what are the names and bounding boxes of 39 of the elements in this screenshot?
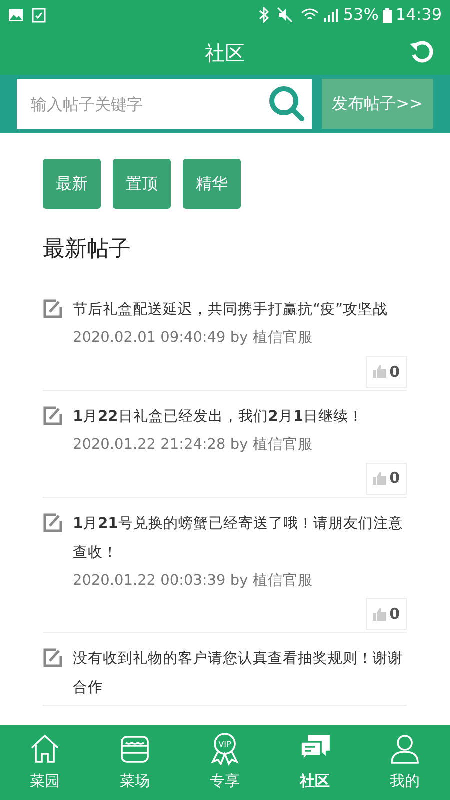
nav-tab[interactable]: 菜场 — [90, 725, 180, 800]
like-button[interactable]: 0 — [366, 598, 407, 630]
mute-icon — [277, 7, 294, 23]
post-title[interactable]: 节后礼盒配送延迟，共同携手打赢抗“疫”攻坚战 — [73, 296, 388, 325]
thumbs-up-icon — [372, 472, 387, 485]
post-meta: 2020.01.22 00:03:39 by 植信官服 — [72, 572, 314, 590]
search-field[interactable]: 输入帖子关键字 — [17, 79, 312, 129]
clipboard-icon — [32, 8, 46, 22]
edit-icon — [43, 406, 63, 426]
edit-icon — [43, 648, 63, 668]
nav-tab[interactable]: 菜园 — [0, 725, 90, 800]
thumbs-up-icon — [372, 608, 387, 621]
bluetooth-icon — [259, 7, 270, 23]
like-button[interactable]: 0 — [366, 356, 407, 388]
thumbs-up-icon — [372, 365, 387, 378]
image-icon — [8, 8, 24, 22]
battery-icon — [382, 8, 392, 22]
search-icon[interactable] — [268, 85, 306, 123]
battery-percent: 53% — [343, 4, 379, 26]
nav-tab[interactable]: 社区 — [270, 725, 360, 800]
edit-icon — [43, 512, 63, 532]
post-title[interactable]: 没有收到礼物的客户请您认真查看抽奖规则！谢谢合作 — [73, 645, 407, 704]
clock-time: 14:39 — [396, 4, 442, 26]
edit-icon — [43, 299, 63, 319]
nav-tab[interactable]: VIP 专享 — [180, 725, 270, 800]
filter-button[interactable]: 精华 — [183, 159, 241, 209]
refresh-button[interactable] — [408, 38, 436, 66]
filter-button[interactable]: 置顶 — [113, 159, 171, 209]
post-meta: 2020.01.22 21:24:28 by 植信官服 — [72, 436, 314, 455]
like-button[interactable]: 0 — [366, 462, 407, 494]
signal-icon — [323, 8, 340, 22]
filter-button[interactable]: 最新 — [43, 159, 101, 209]
page-title: 社区 — [205, 40, 245, 66]
wifi-icon — [301, 8, 320, 22]
section-title: 最新帖子 — [43, 236, 132, 264]
publish-post-button[interactable]: 发布帖子>> — [322, 79, 433, 129]
post-meta: 2020.02.01 09:40:49 by 植信官服 — [72, 328, 314, 348]
person-icon — [388, 732, 422, 766]
nav-tab[interactable]: 我的 — [360, 725, 450, 800]
